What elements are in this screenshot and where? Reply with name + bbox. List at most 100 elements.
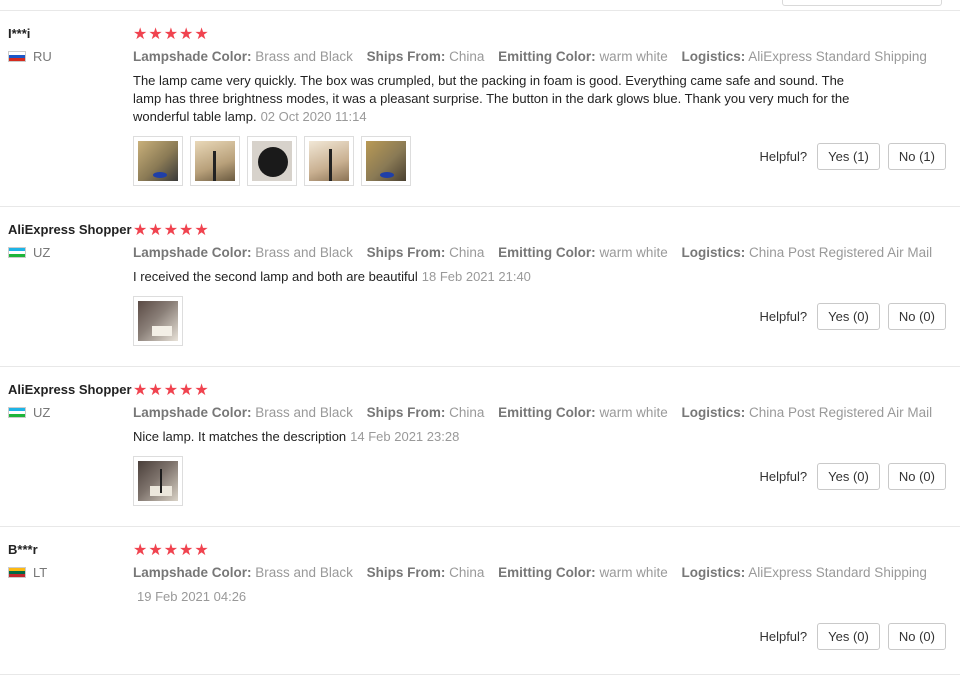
logistics-label: Logistics: — [681, 405, 746, 420]
review-date: 19 Feb 2021 04:26 — [137, 589, 247, 604]
review-item: AliExpress Shopper UZ ★★★★★ Lampshade Co… — [0, 380, 960, 527]
reviewer-country: UZ — [8, 405, 132, 420]
emitting-value: warm white — [599, 405, 668, 420]
reviewer-country: LT — [8, 565, 47, 580]
helpful-no-button[interactable]: No (1) — [887, 143, 946, 170]
review-photo-thumbnail[interactable] — [247, 136, 297, 186]
reviewer-info: I***i RU — [8, 24, 52, 64]
helpful-vote: Helpful? Yes (0) No (0) — [759, 463, 946, 490]
helpful-no-button[interactable]: No (0) — [887, 623, 946, 650]
helpful-label: Helpful? — [759, 149, 808, 164]
logistics-label: Logistics: — [681, 245, 746, 260]
review-text: I received the second lamp and both are … — [133, 268, 863, 286]
review-photo-thumbnail[interactable] — [133, 296, 183, 346]
reviewer-name: AliExpress Shopper — [8, 222, 132, 237]
flag-icon — [8, 407, 26, 418]
review-date: 18 Feb 2021 21:40 — [421, 269, 531, 284]
lampshade-label: Lampshade Color: — [133, 49, 252, 64]
review-text: 19 Feb 2021 04:26 — [133, 588, 863, 606]
helpful-label: Helpful? — [759, 469, 808, 484]
ships-value: China — [449, 245, 485, 260]
lampshade-value: Brass and Black — [255, 245, 353, 260]
lampshade-label: Lampshade Color: — [133, 565, 252, 580]
helpful-vote: Helpful? Yes (0) No (0) — [759, 303, 946, 330]
helpful-no-button[interactable]: No (0) — [887, 303, 946, 330]
sort-select[interactable] — [782, 0, 942, 6]
review-text: The lamp came very quickly. The box was … — [133, 72, 863, 126]
rating-stars: ★★★★★ — [133, 24, 210, 43]
reviewer-name: B***r — [8, 542, 38, 557]
reviewer-country: UZ — [8, 245, 132, 260]
sku-attributes: Lampshade Color: Brass and Black Ships F… — [133, 403, 948, 423]
helpful-label: Helpful? — [759, 309, 808, 324]
review-date: 02 Oct 2020 11:14 — [260, 109, 367, 124]
flag-icon — [8, 567, 26, 578]
helpful-vote: Helpful? Yes (0) No (0) — [759, 623, 946, 650]
ships-value: China — [449, 49, 485, 64]
lampshade-value: Brass and Black — [255, 49, 353, 64]
lampshade-label: Lampshade Color: — [133, 405, 252, 420]
lampshade-label: Lampshade Color: — [133, 245, 252, 260]
sku-attributes: Lampshade Color: Brass and Black Ships F… — [133, 563, 948, 583]
logistics-value: AliExpress Standard Shipping — [748, 49, 927, 64]
review-photo-thumbnail[interactable] — [133, 136, 183, 186]
review-item: B***r LT ★★★★★ Lampshade Color: Brass an… — [0, 540, 960, 675]
ships-label: Ships From: — [366, 405, 446, 420]
review-date: 14 Feb 2021 23:28 — [350, 429, 460, 444]
logistics-label: Logistics: — [681, 49, 746, 64]
helpful-yes-button[interactable]: Yes (1) — [817, 143, 880, 170]
country-code: LT — [33, 565, 48, 580]
helpful-label: Helpful? — [759, 629, 808, 644]
reviewer-name: AliExpress Shopper — [8, 382, 132, 397]
review-photo-thumbnail[interactable] — [133, 456, 183, 506]
emitting-label: Emitting Color: — [498, 245, 596, 260]
ships-value: China — [449, 405, 485, 420]
emitting-label: Emitting Color: — [498, 405, 596, 420]
helpful-vote: Helpful? Yes (1) No (1) — [759, 143, 946, 170]
country-code: UZ — [33, 245, 51, 260]
helpful-no-button[interactable]: No (0) — [887, 463, 946, 490]
review-photo-thumbnail[interactable] — [361, 136, 411, 186]
review-text: Nice lamp. It matches the description 14 … — [133, 428, 863, 446]
helpful-yes-button[interactable]: Yes (0) — [817, 623, 880, 650]
ships-value: China — [449, 565, 485, 580]
review-body: ★★★★★ Lampshade Color: Brass and Black S… — [133, 540, 948, 606]
helpful-yes-button[interactable]: Yes (0) — [817, 463, 880, 490]
logistics-value: AliExpress Standard Shipping — [748, 565, 927, 580]
country-code: RU — [33, 49, 52, 64]
review-item: I***i RU ★★★★★ Lampshade Color: Brass an… — [0, 24, 960, 207]
country-code: UZ — [33, 405, 51, 420]
emitting-value: warm white — [599, 49, 668, 64]
flag-icon — [8, 51, 26, 62]
flag-icon — [8, 247, 26, 258]
top-bar — [0, 0, 960, 11]
emitting-label: Emitting Color: — [498, 49, 596, 64]
reviewer-name: I***i — [8, 26, 31, 41]
review-content: Nice lamp. It matches the description — [133, 429, 347, 444]
sku-attributes: Lampshade Color: Brass and Black Ships F… — [133, 243, 948, 263]
ships-label: Ships From: — [366, 245, 446, 260]
reviewer-country: RU — [8, 49, 52, 64]
rating-stars: ★★★★★ — [133, 220, 210, 239]
rating-stars: ★★★★★ — [133, 540, 210, 559]
review-photo-thumbnail[interactable] — [190, 136, 240, 186]
reviewer-info: AliExpress Shopper UZ — [8, 380, 132, 420]
lampshade-value: Brass and Black — [255, 405, 353, 420]
rating-stars: ★★★★★ — [133, 380, 210, 399]
sku-attributes: Lampshade Color: Brass and Black Ships F… — [133, 47, 948, 67]
logistics-value: China Post Registered Air Mail — [749, 405, 933, 420]
reviewer-info: AliExpress Shopper UZ — [8, 220, 132, 260]
logistics-value: China Post Registered Air Mail — [749, 245, 933, 260]
emitting-value: warm white — [599, 565, 668, 580]
ships-label: Ships From: — [366, 49, 446, 64]
helpful-yes-button[interactable]: Yes (0) — [817, 303, 880, 330]
ships-label: Ships From: — [366, 565, 446, 580]
review-photo-thumbnail[interactable] — [304, 136, 354, 186]
lampshade-value: Brass and Black — [255, 565, 353, 580]
review-item: AliExpress Shopper UZ ★★★★★ Lampshade Co… — [0, 220, 960, 367]
review-content: I received the second lamp and both are … — [133, 269, 418, 284]
emitting-value: warm white — [599, 245, 668, 260]
review-content: The lamp came very quickly. The box was … — [133, 73, 850, 124]
reviewer-info: B***r LT — [8, 540, 47, 580]
logistics-label: Logistics: — [681, 565, 746, 580]
